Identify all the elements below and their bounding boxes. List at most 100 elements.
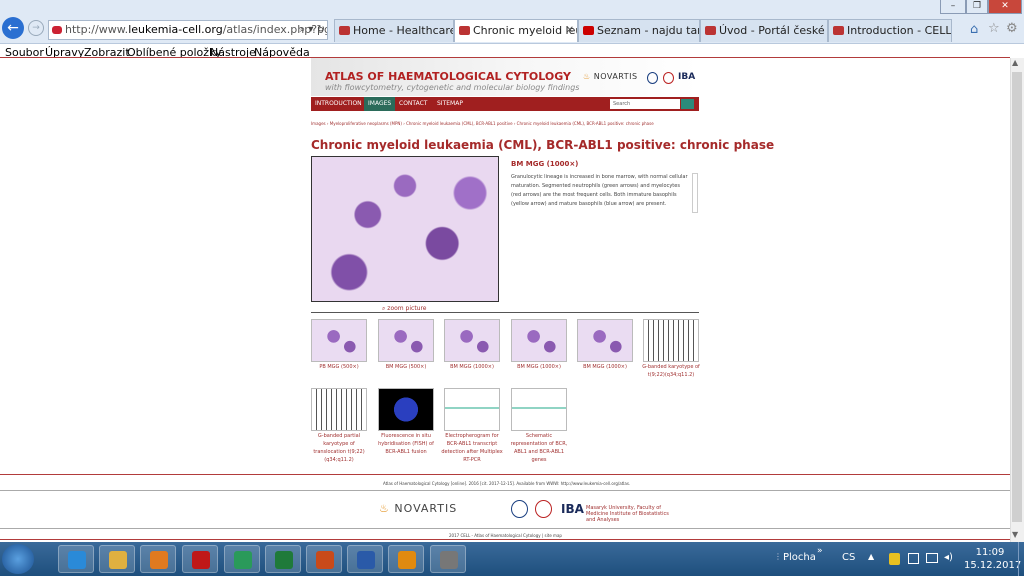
language-indicator[interactable]: CS xyxy=(842,552,855,563)
thumbnail-caption[interactable]: BM MGG (1000×) xyxy=(507,363,571,371)
powerpoint-icon xyxy=(316,551,334,569)
show-desktop-button[interactable] xyxy=(1018,542,1024,576)
tray-app-icon[interactable] xyxy=(889,553,900,565)
nav-sitemap[interactable]: SITEMAP xyxy=(433,97,467,111)
nav-contact[interactable]: CONTACT xyxy=(395,97,431,111)
menu-upravy[interactable]: Úpravy xyxy=(45,45,84,61)
menu-oblibene[interactable]: Oblíbené položky xyxy=(127,45,222,61)
footer-novartis-logo[interactable]: ♨ NOVARTIS xyxy=(379,502,457,515)
thumbnail-pb-mgg-500[interactable] xyxy=(311,319,367,362)
address-prefix: http://www. xyxy=(65,23,129,36)
faculty-seal-icon xyxy=(663,72,674,84)
clock-time: 11:09 xyxy=(975,547,1005,558)
thumbnail-bm-mgg-1000-b[interactable] xyxy=(511,319,567,362)
thumbnail-caption[interactable]: G-banded partial karyotype of translocat… xyxy=(307,432,371,464)
start-button[interactable] xyxy=(2,544,34,574)
tab-label: Úvod - Portál české leu... xyxy=(719,24,827,37)
thumbnail-electropherogram[interactable] xyxy=(444,388,500,431)
tab-favicon-icon xyxy=(339,26,350,35)
settings-gear-icon[interactable]: ⚙ xyxy=(1006,21,1018,36)
network-icon[interactable] xyxy=(926,553,938,563)
taskbar-acrobat-button[interactable] xyxy=(182,545,218,573)
tab-label: Introduction - CELL - A... xyxy=(847,24,952,37)
menu-nastroje[interactable]: Nástroje xyxy=(210,45,256,61)
volume-icon[interactable]: ◂) xyxy=(944,552,953,563)
footer-divider xyxy=(0,490,1010,491)
iba-logo: IBA xyxy=(678,72,696,82)
thumbnail-caption[interactable]: Fluorescence in situ hybridisation (FISH… xyxy=(374,432,438,456)
taskbar-paint-button[interactable] xyxy=(224,545,260,573)
taskbar-explorer-button[interactable] xyxy=(99,545,135,573)
scroll-down-icon[interactable]: ▼ xyxy=(1012,530,1018,539)
taskbar-speakers-button[interactable] xyxy=(430,545,466,573)
footer-bottom-line xyxy=(0,539,1010,540)
thumbnail-caption[interactable]: G-banded karyotype of t(9;22)(q34;q11.2) xyxy=(639,363,703,379)
site-favicon-icon xyxy=(52,26,62,34)
menu-soubor[interactable]: Soubor xyxy=(5,45,44,61)
thumbnail-bm-mgg-500[interactable] xyxy=(378,319,434,362)
site-search-input[interactable]: Search xyxy=(610,99,680,109)
thumbnail-caption[interactable]: Schematic representation of BCR, ABL1 an… xyxy=(507,432,571,464)
taskbar-media-button[interactable] xyxy=(140,545,176,573)
search-button[interactable] xyxy=(681,99,694,109)
tab-favicon-icon xyxy=(833,26,844,35)
thumbnail-caption[interactable]: BM MGG (1000×) xyxy=(440,363,504,371)
forward-button[interactable]: → xyxy=(28,20,44,36)
thumbnail-bm-mgg-1000-c[interactable] xyxy=(577,319,633,362)
footer-university-text[interactable]: Masaryk University, Faculty of Medicine … xyxy=(586,505,672,523)
tab-close-icon[interactable]: ✕ xyxy=(566,20,574,41)
media-icon xyxy=(150,551,168,569)
address-bar[interactable]: http://www.leukemia-cell.org/atlas/index… xyxy=(48,20,328,40)
maximize-button[interactable]: ❐ xyxy=(966,0,988,14)
home-icon[interactable]: ⌂ xyxy=(970,22,978,37)
thumbnail-fish[interactable] xyxy=(378,388,434,431)
tab-chronic-myeloid[interactable]: Chronic myeloid leu...✕ xyxy=(454,19,578,42)
thumbnail-caption[interactable]: PB MGG (500×) xyxy=(307,363,371,371)
favorites-star-icon[interactable]: ☆ xyxy=(988,21,1000,36)
tray-device-icon[interactable] xyxy=(908,553,919,564)
thumbnail-bm-mgg-1000-a[interactable] xyxy=(444,319,500,362)
thumbnail-caption[interactable]: BM MGG (1000×) xyxy=(573,363,637,371)
menu-zobrazit[interactable]: Zobrazit xyxy=(84,45,130,61)
address-host: leukemia-cell.org xyxy=(128,23,223,36)
tray-expand-icon[interactable]: ▲ xyxy=(868,552,874,561)
tab-healthcare[interactable]: Home - Healthcare Alli... xyxy=(334,19,454,42)
thumbnail-caption[interactable]: BM MGG (500×) xyxy=(374,363,438,371)
tab-seznam[interactable]: Seznam - najdu tam, c... xyxy=(578,19,700,42)
page-title: Chronic myeloid leukaemia (CML), BCR-ABL… xyxy=(311,138,775,152)
thumbnail-partial-karyotype[interactable] xyxy=(311,388,367,431)
back-button[interactable]: ← xyxy=(2,17,24,39)
system-clock[interactable]: 11:09 15.12.2017 xyxy=(964,546,1021,572)
site-title[interactable]: ATLAS OF HAEMATOLOGICAL CYTOLOGY xyxy=(325,70,571,83)
window-titlebar xyxy=(0,0,1024,16)
taskbar-ie-button[interactable] xyxy=(58,545,94,573)
page-scroll-thumb[interactable] xyxy=(1012,72,1022,522)
footer-iba-logo: IBA xyxy=(561,502,584,516)
thumbnail-gene-schema[interactable] xyxy=(511,388,567,431)
minimize-button[interactable]: – xyxy=(940,0,966,14)
thumbnail-karyotype[interactable] xyxy=(643,319,699,362)
menu-napoveda[interactable]: Nápověda xyxy=(254,45,310,61)
desktop-toolbar-label[interactable]: Plocha xyxy=(783,552,816,563)
description-scrollbar[interactable] xyxy=(692,173,698,213)
thumbnail-caption[interactable]: Electropherogram for BCR-ABL1 transcript… xyxy=(440,432,504,464)
close-window-button[interactable]: ✕ xyxy=(988,0,1022,14)
excel-icon xyxy=(275,551,293,569)
breadcrumb[interactable]: Images › Myeloproliferative neoplasms (M… xyxy=(311,121,654,126)
taskbar-excel-button[interactable] xyxy=(265,545,301,573)
tab-uvod[interactable]: Úvod - Portál české leu... xyxy=(700,19,828,42)
toolbar-expand-icon[interactable]: » xyxy=(817,546,823,556)
nav-introduction[interactable]: INTRODUCTION xyxy=(311,97,366,111)
tab-introduction[interactable]: Introduction - CELL - A... xyxy=(828,19,952,42)
scroll-up-icon[interactable]: ▲ xyxy=(1012,58,1018,67)
taskbar-outlook-button[interactable] xyxy=(388,545,424,573)
acrobat-icon xyxy=(192,551,210,569)
nav-images[interactable]: IMAGES xyxy=(364,97,396,111)
footer-copyright[interactable]: 2017 CELL - Atlas of Haematological Cyto… xyxy=(449,533,562,538)
ie-icon xyxy=(68,551,86,569)
address-tools-icon[interactable]: ⌕ ▾ ↻ xyxy=(300,21,325,39)
taskbar-powerpoint-button[interactable] xyxy=(306,545,342,573)
main-micrograph-image[interactable] xyxy=(311,156,499,302)
taskbar-word-button[interactable] xyxy=(347,545,383,573)
footer-university-seal-icon xyxy=(511,500,528,518)
